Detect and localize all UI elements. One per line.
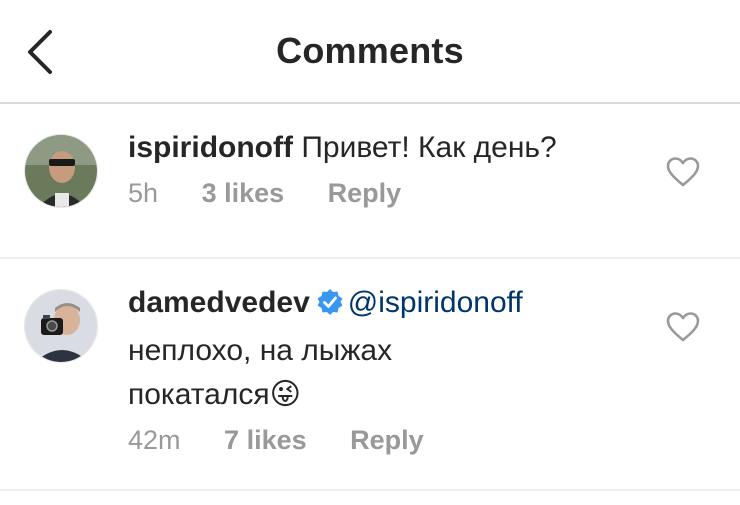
comment-message: Привет! Как день? (301, 131, 557, 164)
comment-item: damedvedev @ispiridonoff неплохо, на лыж… (0, 259, 740, 489)
comment-likes[interactable]: 7 likes (224, 425, 307, 456)
page-title: Comments (276, 30, 464, 71)
mention-link[interactable]: @ispiridonoff (348, 286, 523, 319)
comment-time: 5h (128, 178, 159, 208)
avatar[interactable] (24, 134, 98, 208)
like-button[interactable] (666, 156, 700, 188)
comment-username[interactable]: ispiridonoff (128, 131, 293, 164)
avatar-image (25, 135, 97, 207)
comment-meta: 5h 3 likes Reply (128, 178, 648, 209)
avatar[interactable] (24, 289, 98, 363)
comment-text: damedvedev @ispiridonoff неплохо, на лыж… (128, 281, 648, 417)
verified-badge-icon (316, 285, 344, 329)
comment-text: ispiridonoff Привет! Как день? (128, 126, 648, 170)
reply-button[interactable]: Reply (328, 178, 402, 209)
comment-item: ispiridonoff Привет! Как день? 5h 3 like… (0, 104, 740, 254)
comment-likes[interactable]: 3 likes (202, 178, 285, 209)
avatar-image (25, 290, 97, 362)
comment-meta: 42m 7 likes Reply (128, 425, 648, 456)
heart-outline-icon (666, 312, 700, 342)
comment-username[interactable]: damedvedev (128, 286, 310, 319)
header: Comments (0, 0, 740, 104)
comment-divider (0, 489, 740, 491)
comment-message-line1: неплохо, на лыжах (128, 334, 393, 367)
heart-outline-icon (666, 157, 700, 187)
like-button[interactable] (666, 311, 700, 343)
comment-message-line2: покатался (128, 378, 270, 411)
winking-tongue-emoji: 😜 (269, 378, 301, 411)
comment-time: 42m (128, 425, 181, 455)
reply-button[interactable]: Reply (350, 425, 424, 456)
